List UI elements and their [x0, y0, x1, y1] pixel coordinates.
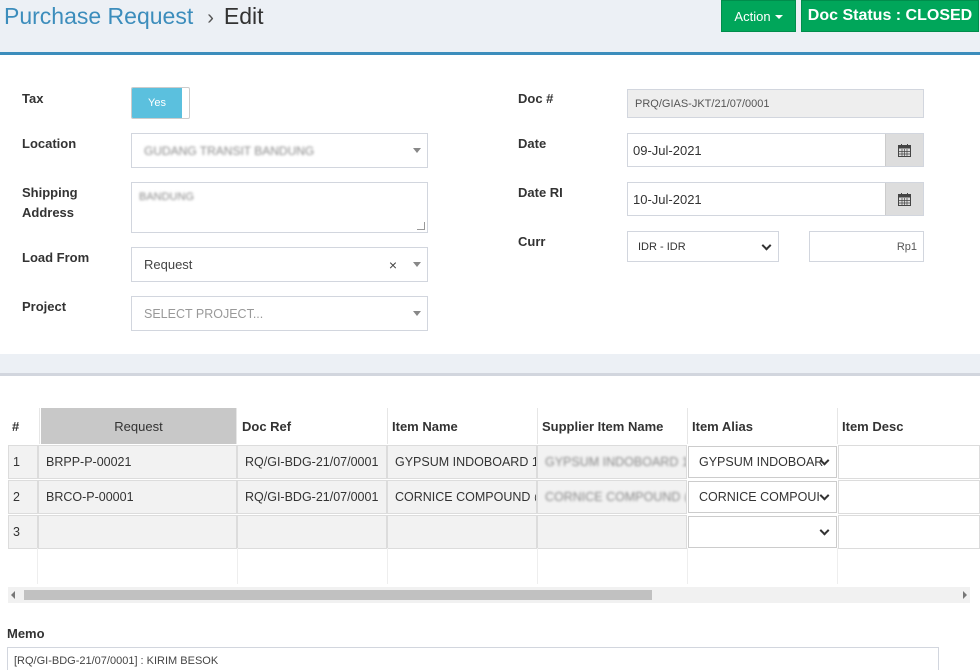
tax-label: Tax [22, 91, 44, 106]
memo-label: Memo [7, 626, 45, 641]
calendar-icon[interactable] [885, 183, 923, 215]
horizontal-scrollbar[interactable] [8, 587, 970, 603]
doc-number-label: Doc # [518, 91, 554, 106]
close-icon[interactable]: × [389, 257, 397, 273]
column-header-doc-ref[interactable]: Doc Ref [238, 408, 388, 444]
currency-value: IDR - IDR [638, 240, 686, 253]
date-ri-value: 10-Jul-2021 [633, 191, 702, 207]
date-input[interactable]: 09-Jul-2021 [627, 133, 924, 167]
cell-item-alias-select[interactable] [688, 516, 837, 548]
shipping-label-line1: Shipping [22, 185, 78, 200]
row-number: 2 [8, 480, 38, 514]
location-select[interactable]: GUDANG TRANSIT BANDUNG [131, 133, 428, 168]
grid-divider [237, 548, 238, 584]
currency-select[interactable]: IDR - IDR [627, 231, 779, 262]
location-label: Location [22, 136, 77, 151]
cell-request[interactable] [38, 515, 237, 549]
cell-item-alias-select[interactable]: GYPSUM INDOBOAR [688, 446, 837, 478]
cell-doc-ref[interactable]: RQ/GI-BDG-21/07/0001 [237, 445, 387, 479]
grid-divider [37, 548, 38, 584]
shipping-address-textarea[interactable]: BANDUNG [131, 182, 428, 233]
doc-number-value: PRQ/GIAS-JKT/21/07/0001 [635, 97, 770, 110]
cell-request[interactable]: BRPP-P-00021 [38, 445, 237, 479]
dropdown-arrow-icon [413, 261, 421, 267]
date-ri-label: Date RI [518, 185, 563, 200]
grid-divider [837, 548, 838, 584]
load-from-value: Request [144, 257, 193, 272]
column-header-request[interactable]: Request [41, 408, 237, 444]
supplier-item-value: GYPSUM INDOBOARD 1 [545, 455, 687, 469]
cell-supplier-item-name[interactable] [537, 515, 687, 549]
project-placeholder: SELECT PROJECT... [144, 306, 264, 321]
cell-doc-ref[interactable]: RQ/GI-BDG-21/07/0001 [237, 480, 387, 514]
column-header-item-alias[interactable]: Item Alias [688, 408, 838, 444]
cell-item-name[interactable] [387, 515, 537, 549]
grid-divider [387, 548, 388, 584]
row-number: 1 [8, 445, 38, 479]
shipping-address-value: BANDUNG [139, 191, 195, 203]
row-number: 3 [8, 515, 38, 549]
scroll-left-icon[interactable] [11, 591, 15, 599]
action-button-label: Action [734, 8, 771, 24]
project-select[interactable]: SELECT PROJECT... [131, 296, 428, 331]
breadcrumb: Purchase Request › Edit [4, 3, 264, 30]
calendar-icon[interactable] [885, 134, 923, 166]
memo-field[interactable]: [RQ/GI-BDG-21/07/0001] : KIRIM BESOK [7, 647, 939, 670]
column-header-item-name[interactable]: Item Name [388, 408, 538, 444]
breadcrumb-current: Edit [223, 3, 264, 29]
tax-toggle-on: Yes [132, 88, 182, 118]
date-value: 09-Jul-2021 [633, 142, 702, 158]
currency-label: Curr [518, 234, 546, 249]
page-header: Purchase Request › Edit Action Doc Status … [0, 0, 980, 44]
tax-toggle[interactable]: Yes [131, 87, 190, 119]
date-label: Date [518, 136, 547, 151]
dropdown-arrow-icon [413, 147, 421, 153]
column-header-item-desc[interactable]: Item Desc [838, 408, 980, 444]
column-header-supplier-item-name[interactable]: Supplier Item Name [538, 408, 688, 444]
resize-handle-icon[interactable] [417, 222, 425, 230]
item-alias-value: CORNICE COMPOUI [699, 490, 820, 504]
load-from-select[interactable]: Request × [131, 247, 428, 282]
exchange-rate-field[interactable]: Rp1 [809, 231, 924, 262]
exchange-rate-value: Rp1 [896, 240, 917, 253]
detail-panel: # Request Doc Ref Item Name Supplier Ite… [0, 373, 980, 670]
location-value: GUDANG TRANSIT BANDUNG [144, 143, 315, 158]
item-alias-value: GYPSUM INDOBOAR [699, 455, 824, 469]
cell-doc-ref[interactable] [237, 515, 387, 549]
scrollbar-thumb[interactable] [24, 590, 652, 600]
load-from-label: Load From [22, 250, 90, 265]
detail-grid: # Request Doc Ref Item Name Supplier Ite… [8, 408, 980, 588]
shipping-label-line2: Address [22, 205, 75, 220]
doc-status-badge: Doc Status : CLOSED [801, 0, 979, 32]
dropdown-arrow-icon [413, 310, 421, 316]
cell-item-name[interactable]: CORNICE COMPOUND @ [387, 480, 537, 514]
cell-item-desc[interactable] [838, 515, 980, 549]
action-button[interactable]: Action [721, 0, 796, 32]
doc-number-field: PRQ/GIAS-JKT/21/07/0001 [627, 89, 924, 118]
date-ri-input[interactable]: 10-Jul-2021 [627, 182, 924, 216]
chevron-down-icon [819, 525, 830, 536]
supplier-item-value: CORNICE COMPOUND @ [545, 490, 687, 504]
scroll-right-icon[interactable] [963, 591, 967, 599]
header-form-panel: Tax Yes Location GUDANG TRANSIT BANDUNG … [0, 52, 980, 354]
cell-request[interactable]: BRCO-P-00001 [38, 480, 237, 514]
cell-item-alias-select[interactable]: CORNICE COMPOUI [688, 481, 837, 513]
breadcrumb-parent-link[interactable]: Purchase Request [4, 3, 193, 29]
chevron-down-icon [819, 490, 830, 501]
grid-divider [537, 548, 538, 584]
breadcrumb-separator: › [207, 7, 214, 29]
caret-down-icon [774, 15, 783, 19]
cell-supplier-item-name[interactable]: GYPSUM INDOBOARD 1 [537, 445, 687, 479]
cell-item-name[interactable]: GYPSUM INDOBOARD 1 [387, 445, 537, 479]
cell-item-desc[interactable] [838, 445, 980, 479]
cell-item-desc[interactable] [838, 480, 980, 514]
chevron-down-icon [761, 240, 772, 251]
project-label: Project [22, 299, 67, 314]
cell-supplier-item-name[interactable]: CORNICE COMPOUND @ [537, 480, 687, 514]
grid-divider [687, 548, 688, 584]
column-header-number: # [8, 408, 40, 444]
